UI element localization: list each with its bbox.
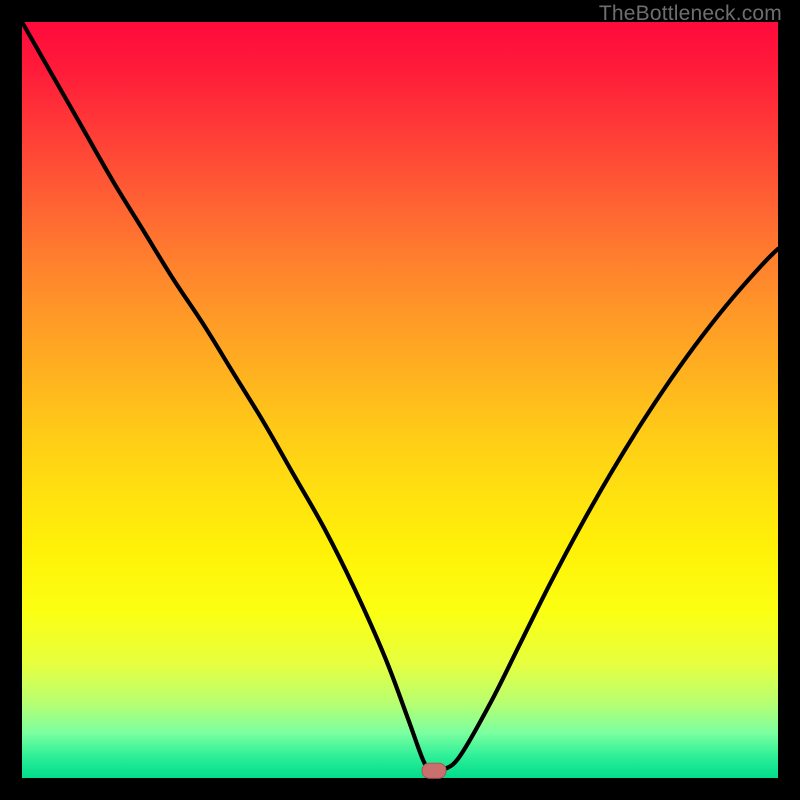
bottleneck-curve xyxy=(22,22,778,771)
chart-svg xyxy=(22,22,778,778)
optimum-marker xyxy=(422,763,446,778)
watermark-text: TheBottleneck.com xyxy=(599,2,782,26)
plot-area xyxy=(22,22,778,778)
chart-frame: TheBottleneck.com xyxy=(0,0,800,800)
